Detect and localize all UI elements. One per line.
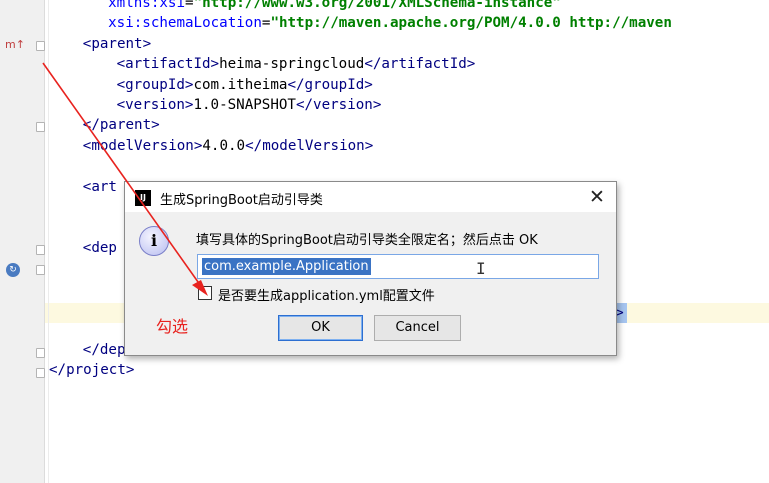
annotation-label: 勾选 bbox=[156, 317, 189, 336]
annotation-arrow-head bbox=[192, 280, 208, 296]
annotation-arrow bbox=[42, 62, 208, 296]
annotation-arrow-line bbox=[42, 62, 204, 290]
